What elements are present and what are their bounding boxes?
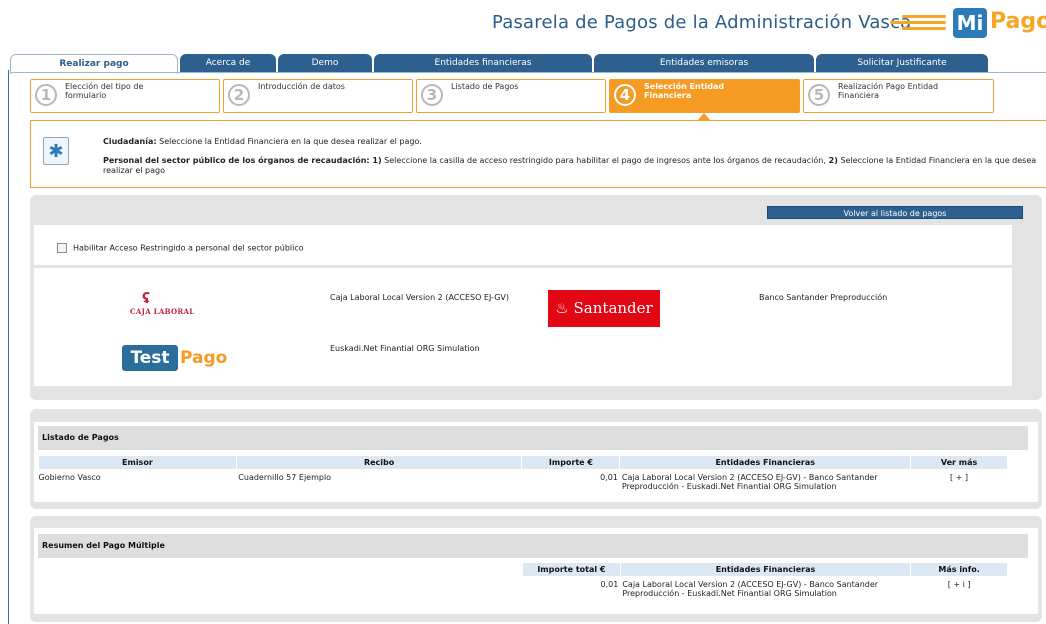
col-entidades: Entidades Financieras <box>619 455 912 470</box>
resumen-title: Resumen del Pago Múltiple <box>38 534 1028 558</box>
step-4: 4 Selección Entidad Financiera <box>609 79 800 113</box>
caja-laboral-symbol-icon: ʢ <box>142 291 151 307</box>
step-number-icon: 1 <box>35 84 57 106</box>
tabs-underline <box>10 72 1046 73</box>
col-recibo: Recibo <box>235 455 523 470</box>
step-3: 3 Listado de Pagos <box>416 79 606 113</box>
restricted-access-row: Habilitar Acceso Restringido a personal … <box>57 243 304 253</box>
active-step-pointer-icon <box>698 113 710 120</box>
testpago-logo[interactable]: Test Pago <box>122 343 242 375</box>
left-border <box>8 70 9 624</box>
ver-mas-link[interactable]: [ + ] <box>911 470 1008 492</box>
table-row: 0,01 Caja Laboral Local Version 2 (ACCES… <box>523 577 1008 599</box>
tab-entidades-financieras[interactable]: Entidades financieras <box>374 54 592 73</box>
testpago-logo-test: Test <box>122 345 178 371</box>
tab-entidades-emisoras[interactable]: Entidades emisoras <box>594 54 814 73</box>
instructions-line-1: Ciudadanía: Seleccione la Entidad Financ… <box>103 137 422 146</box>
step-1: 1 Elección del tipo de formulario <box>30 79 220 113</box>
tab-solicitar-justificante[interactable]: Solicitar Justificante <box>816 54 988 73</box>
caja-laboral-logo-text: CAJA LABORAL <box>130 307 195 316</box>
col-emisor: Emisor <box>38 455 237 470</box>
santander-logo[interactable]: ♨ Santander <box>548 290 660 327</box>
page-header-title: Pasarela de Pagos de la Administración V… <box>492 12 912 33</box>
step-number-icon: 2 <box>228 84 250 106</box>
entity-name-euskadinet: Euskadi.Net Finantial ORG Simulation <box>330 344 480 353</box>
table-row: Gobierno Vasco Cuadernillo 57 Ejemplo 0,… <box>39 470 1008 492</box>
caja-laboral-logo[interactable]: ʢ CAJA LABORAL <box>130 291 200 321</box>
step-label: Realización Pago Entidad Financiera <box>838 82 939 100</box>
restricted-access-checkbox[interactable] <box>57 243 67 253</box>
col-entidades: Entidades Financieras <box>619 562 912 577</box>
tab-demo[interactable]: Demo <box>278 54 372 73</box>
step-number-icon: 4 <box>614 84 636 106</box>
mas-info-link[interactable]: [ + i ] <box>911 577 1008 599</box>
step-label: Introducción de datos <box>258 82 345 91</box>
col-ver-mas: Ver más <box>910 455 1008 470</box>
entity-name-santander: Banco Santander Preproducción <box>759 293 888 302</box>
volver-listado-button[interactable]: Volver al listado de pagos <box>767 206 1023 219</box>
cell-entidades: Caja Laboral Local Version 2 (ACCESO EJ-… <box>622 580 879 598</box>
restricted-access-label: Habilitar Acceso Restringido a personal … <box>73 243 304 253</box>
step-label: Selección Entidad Financiera <box>644 82 725 100</box>
info-notepad-icon: ✱ <box>43 137 69 165</box>
mipago-logo: Mi Pago <box>880 6 1046 38</box>
entity-name-caja-laboral: Caja Laboral Local Version 2 (ACCESO EJ-… <box>330 293 510 302</box>
resumen-header-row: Importe total € Entidades Financieras Má… <box>522 562 1008 577</box>
logo-pago: Pago <box>990 9 1046 34</box>
tab-realizar-pago[interactable]: Realizar pago <box>10 54 178 74</box>
instructions-line-3: realizar el pago <box>103 166 165 175</box>
cell-importe-total: 0,01 <box>600 580 619 589</box>
cell-emisor: Gobierno Vasco <box>38 473 101 482</box>
step-label: Elección del tipo de formulario <box>65 82 144 100</box>
step-5: 5 Realización Pago Entidad Financiera <box>803 79 994 113</box>
cell-recibo: Cuadernillo 57 Ejemplo <box>238 473 332 482</box>
col-importe: Importe € <box>521 455 621 470</box>
wizard-steps: 1 Elección del tipo de formulario 2 Intr… <box>30 79 994 113</box>
col-mas-info: Más info. <box>910 562 1008 577</box>
santander-flame-icon: ♨ <box>555 299 569 317</box>
instructions-box: ✱ Ciudadanía: Seleccione la Entidad Fina… <box>30 120 1046 188</box>
instructions-line-2: Personal del sector público de los órgan… <box>103 156 1037 165</box>
step-label: Listado de Pagos <box>451 82 519 91</box>
col-importe-total: Importe total € <box>522 562 621 577</box>
step-number-icon: 5 <box>808 84 830 106</box>
santander-logo-text: Santander <box>573 299 653 317</box>
listado-title: Listado de Pagos <box>38 426 1028 450</box>
listado-header-row: Emisor Recibo Importe € Entidades Financ… <box>38 455 1008 470</box>
main-tabs: Realizar pago Acerca de Demo Entidades f… <box>10 54 1046 74</box>
testpago-logo-pago: Pago <box>180 348 228 368</box>
listado-table: Emisor Recibo Importe € Entidades Financ… <box>38 455 1008 491</box>
cell-importe: 0,01 <box>600 473 618 482</box>
step-number-icon: 3 <box>421 84 443 106</box>
cell-entidades: Caja Laboral Local Version 2 (ACCESO EJ-… <box>621 473 878 491</box>
step-2: 2 Introducción de datos <box>223 79 413 113</box>
logo-mi: Mi <box>953 8 987 38</box>
tab-acerca-de[interactable]: Acerca de <box>180 54 276 73</box>
resumen-table: Importe total € Entidades Financieras Má… <box>522 562 1008 598</box>
